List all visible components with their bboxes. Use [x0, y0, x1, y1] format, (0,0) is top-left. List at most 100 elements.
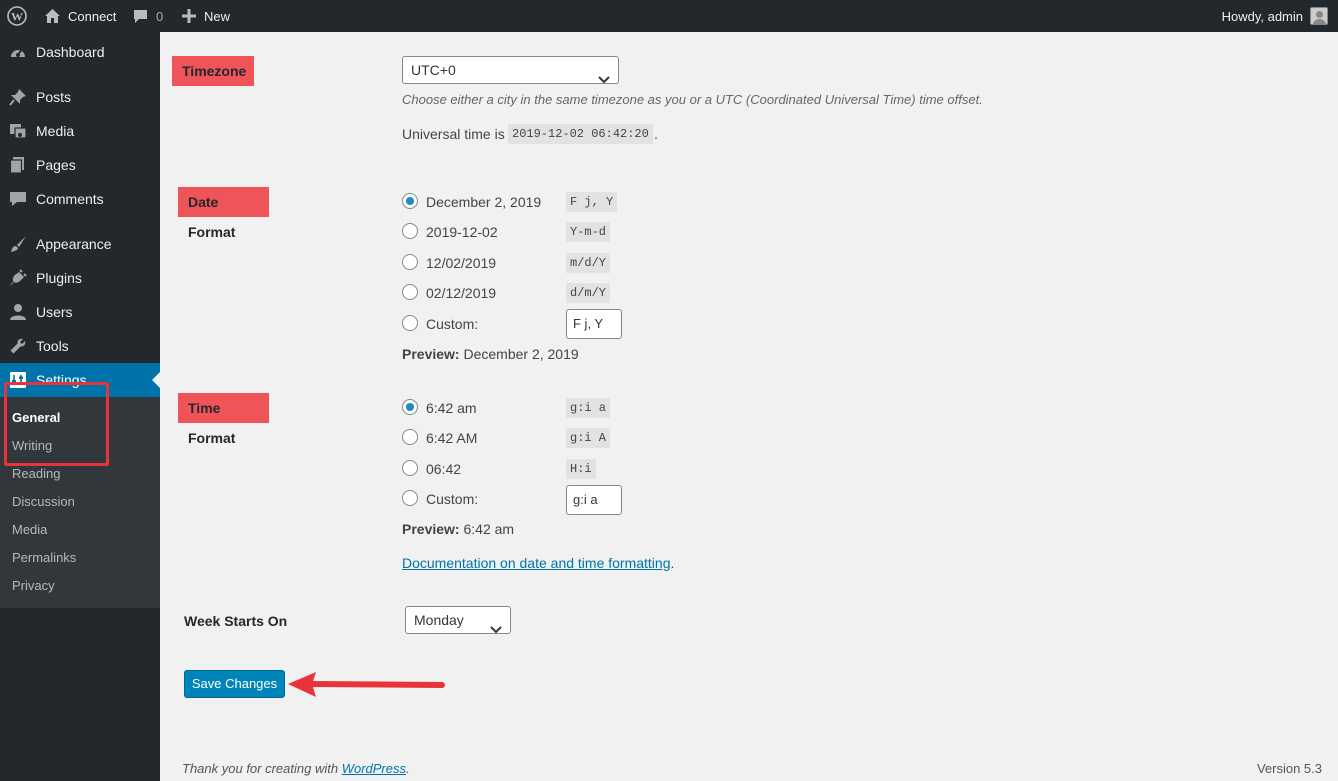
date-format-label: Date Format [178, 187, 269, 240]
date-format-option-label[interactable]: 02/12/2019 [426, 285, 496, 301]
date-format-radio-custom[interactable] [402, 315, 418, 331]
submenu-item-privacy[interactable]: Privacy [12, 577, 55, 595]
chevron-down-icon [598, 66, 610, 84]
sidebar-item-label: Dashboard [36, 44, 105, 60]
pin-icon [9, 88, 27, 106]
documentation-link[interactable]: Documentation on date and time formattin… [402, 555, 671, 571]
time-format-radio-1[interactable] [402, 399, 418, 415]
time-format-label: Time Format [178, 393, 269, 446]
media-icon [9, 122, 27, 140]
date-format-option-label[interactable]: 12/02/2019 [426, 255, 496, 271]
howdy-text: Howdy, admin [1221, 8, 1303, 24]
svg-text:W: W [11, 10, 23, 24]
date-format-custom-input[interactable]: F j, Y [566, 309, 622, 339]
time-format-radio-3[interactable] [402, 460, 418, 476]
sidebar-item-label: Tools [36, 338, 69, 354]
date-format-option-code: Y-m-d [566, 222, 611, 242]
documentation-line: Documentation on date and time formattin… [402, 555, 674, 571]
footer-thanks-suffix: . [406, 761, 410, 776]
wordpress-logo-icon[interactable]: W [7, 0, 27, 32]
footer-version: Version 5.3 [1256, 761, 1322, 776]
sidebar-item-appearance[interactable]: Appearance [0, 227, 160, 261]
submenu-item-media[interactable]: Media [12, 521, 47, 539]
date-format-radio-4[interactable] [402, 284, 418, 300]
date-format-custom-label[interactable]: Custom: [426, 316, 478, 332]
sidebar-item-label: Users [36, 304, 73, 320]
new-content-link[interactable]: New [182, 0, 230, 32]
submenu-item-reading[interactable]: Reading [12, 465, 60, 483]
sidebar-item-media[interactable]: Media [0, 114, 160, 148]
date-format-option-label[interactable]: 2019-12-02 [426, 224, 498, 240]
comment-icon [9, 190, 27, 208]
universal-time-value: 2019-12-02 06:42:20 [508, 124, 653, 144]
sidebar-item-users[interactable]: Users [0, 295, 160, 329]
sidebar-item-label: Comments [36, 191, 104, 207]
sidebar-item-pages[interactable]: Pages [0, 148, 160, 182]
time-format-option-code: g:i A [566, 428, 611, 448]
date-format-option-code: m/d/Y [566, 253, 611, 273]
sidebar-item-posts[interactable]: Posts [0, 80, 160, 114]
sidebar-item-dashboard[interactable]: Dashboard [0, 35, 160, 69]
time-format-option-label[interactable]: 6:42 am [426, 400, 477, 416]
time-format-option-code: H:i [566, 459, 596, 479]
wordpress-link[interactable]: WordPress [342, 761, 406, 776]
new-label: New [204, 8, 231, 24]
submenu-item-permalinks[interactable]: Permalinks [12, 549, 76, 567]
admin-bar: W Connect 0 New Howdy, admin [0, 0, 1338, 32]
time-format-option-label[interactable]: 06:42 [426, 461, 461, 477]
footer-thanks: Thank you for creating with WordPress. [182, 761, 410, 776]
my-account-link[interactable]: Howdy, admin [1222, 0, 1328, 32]
timezone-label: Timezone [172, 56, 254, 86]
time-format-radio-2[interactable] [402, 429, 418, 445]
comments-link[interactable]: 0 [133, 0, 163, 32]
plug-icon [9, 269, 27, 287]
brush-icon [9, 235, 27, 253]
date-format-option-code: F j, Y [566, 192, 618, 212]
comment-bubble-icon [133, 9, 148, 24]
universal-time-suffix: . [654, 126, 658, 142]
avatar [1310, 7, 1328, 25]
time-format-option-label[interactable]: 6:42 AM [426, 430, 477, 446]
annotation-highlight-box [4, 382, 109, 466]
footer-thanks-prefix: Thank you for creating with [182, 761, 342, 776]
sidebar-item-label: Plugins [36, 270, 82, 286]
timezone-selected-value: UTC+0 [411, 62, 456, 78]
save-changes-button[interactable]: Save Changes [184, 670, 285, 698]
preview-value: December 2, 2019 [463, 346, 579, 362]
date-format-radio-3[interactable] [402, 254, 418, 270]
sidebar-item-label: Posts [36, 89, 72, 105]
date-format-option-label[interactable]: December 2, 2019 [426, 194, 541, 210]
sidebar-item-label: Appearance [36, 236, 112, 252]
date-format-radio-1[interactable] [402, 193, 418, 209]
pages-icon [9, 156, 27, 174]
annotation-arrow-icon [288, 672, 445, 697]
week-starts-on-select[interactable]: Monday [405, 606, 511, 634]
comments-count: 0 [156, 8, 164, 24]
site-name: Connect [68, 8, 117, 24]
chevron-down-icon [490, 616, 502, 634]
wrench-icon [9, 337, 27, 355]
time-format-preview: Preview: 6:42 am [402, 521, 514, 537]
dashboard-icon [9, 43, 27, 61]
sidebar-item-label: Media [36, 123, 75, 139]
admin-sidebar: Dashboard Posts Media Pages Comments App… [0, 32, 160, 781]
timezone-select[interactable]: UTC+0 [402, 56, 619, 84]
preview-label: Preview: [402, 346, 460, 362]
date-format-radio-2[interactable] [402, 223, 418, 239]
site-name-link[interactable]: Connect [44, 0, 116, 32]
time-format-custom-input[interactable]: g:i a [566, 485, 622, 515]
submenu-item-discussion[interactable]: Discussion [12, 493, 75, 511]
week-starts-on-label: Week Starts On [184, 613, 288, 629]
sidebar-item-plugins[interactable]: Plugins [0, 261, 160, 295]
sidebar-item-tools[interactable]: Tools [0, 329, 160, 363]
preview-label: Preview: [402, 521, 460, 537]
universal-time-prefix: Universal time is [402, 126, 505, 142]
date-format-preview: Preview: December 2, 2019 [402, 346, 579, 362]
time-format-option-code: g:i a [566, 398, 611, 418]
sidebar-item-comments[interactable]: Comments [0, 182, 160, 216]
time-format-radio-custom[interactable] [402, 490, 418, 506]
week-selected-value: Monday [414, 612, 464, 628]
timezone-description: Choose either a city in the same timezon… [402, 92, 983, 107]
time-format-custom-label[interactable]: Custom: [426, 491, 478, 507]
date-format-option-code: d/m/Y [566, 283, 611, 303]
